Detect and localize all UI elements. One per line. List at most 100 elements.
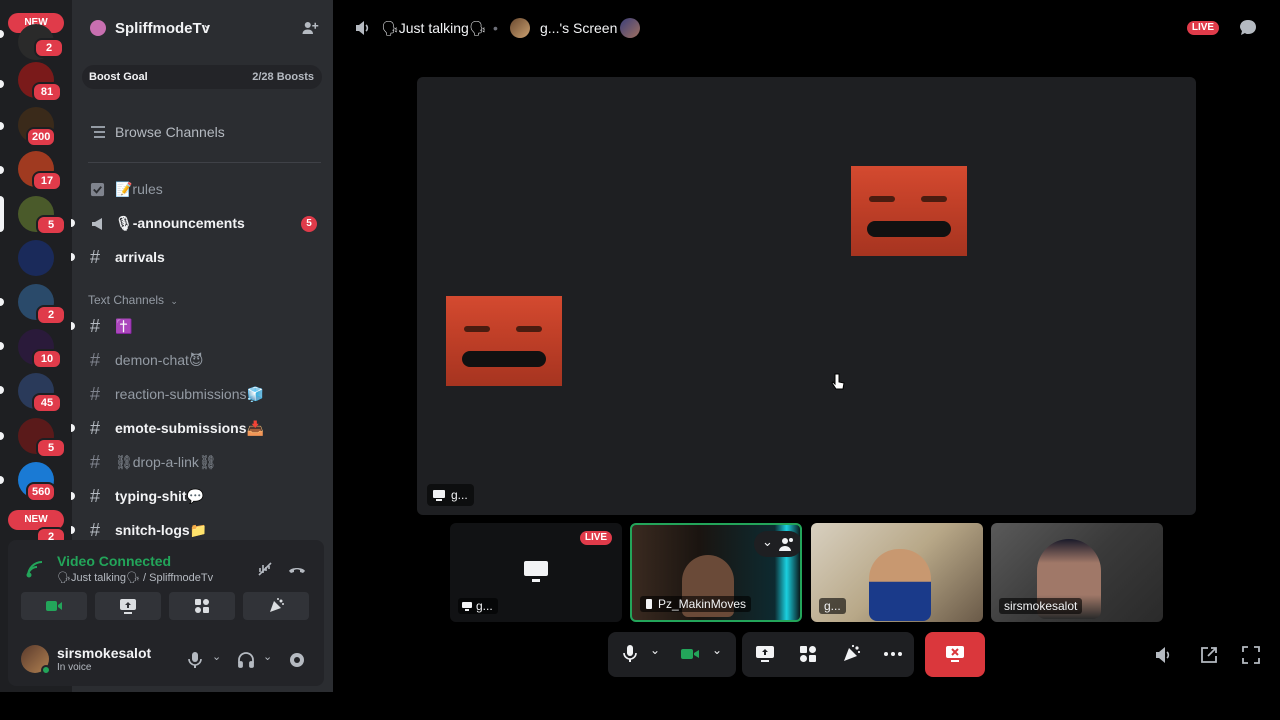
server-badge-9: 45 bbox=[32, 393, 62, 413]
share-controls bbox=[742, 632, 914, 677]
participant-tile[interactable]: g... bbox=[811, 523, 983, 622]
unread-dot bbox=[71, 253, 75, 261]
soundboard-icon[interactable] bbox=[841, 644, 861, 664]
screenshare-button[interactable] bbox=[95, 592, 161, 620]
microphone-icon[interactable] bbox=[620, 644, 640, 664]
activities-button[interactable] bbox=[169, 592, 235, 620]
server-badge-7: 2 bbox=[36, 305, 66, 325]
chevron-down-icon[interactable]: ⌄ bbox=[263, 650, 272, 663]
participant-name: Pz_MakinMoves bbox=[640, 596, 752, 612]
participant-tile[interactable]: LIVE g... bbox=[450, 523, 622, 622]
fullscreen-icon[interactable] bbox=[1241, 645, 1261, 665]
voice-channel-link[interactable]: 🗣Just talking🗣 / SpliffmodeTv bbox=[57, 571, 213, 584]
emote-image bbox=[446, 296, 562, 386]
add-member-icon[interactable] bbox=[301, 19, 319, 37]
server-icon-6[interactable] bbox=[18, 240, 54, 276]
signal-icon[interactable] bbox=[26, 560, 44, 578]
participant-name: sirsmokesalot bbox=[999, 598, 1083, 614]
avatar bbox=[620, 18, 640, 38]
screen-share-stage[interactable]: g... bbox=[417, 77, 1196, 515]
channel-label: arrivals bbox=[115, 249, 165, 265]
channel-label: reaction-submissions🧊 bbox=[115, 386, 264, 402]
voice-status-title[interactable]: Video Connected bbox=[57, 553, 171, 569]
camera-icon[interactable] bbox=[680, 644, 700, 664]
participant-label: Pz_MakinMoves bbox=[658, 597, 747, 611]
boost-goal[interactable]: Boost Goal 2/28 Boosts bbox=[82, 65, 322, 89]
emote-eye bbox=[921, 196, 947, 202]
speaker-icon bbox=[356, 21, 369, 35]
hash-icon: # bbox=[90, 486, 101, 506]
status-indicator bbox=[41, 665, 51, 675]
participant-label: sirsmokesalot bbox=[1004, 599, 1078, 613]
unread-pill bbox=[0, 476, 4, 484]
unread-pill bbox=[0, 432, 4, 440]
channel-arrivals[interactable]: # arrivals bbox=[71, 245, 333, 271]
server-badge-4: 17 bbox=[32, 171, 62, 191]
server-badge-3: 200 bbox=[26, 127, 57, 147]
chat-icon[interactable] bbox=[1238, 18, 1258, 38]
users-icon bbox=[779, 538, 793, 551]
popout-icon[interactable] bbox=[1199, 645, 1219, 665]
avatar bbox=[510, 18, 530, 38]
noise-suppression-icon[interactable] bbox=[256, 560, 274, 578]
browse-channels[interactable]: Browse Channels bbox=[90, 122, 320, 142]
mouse-cursor-icon bbox=[831, 373, 845, 390]
channel-cross[interactable]: # ✝️ bbox=[71, 314, 333, 340]
camera-button[interactable] bbox=[21, 592, 87, 620]
stage-tag-label: g... bbox=[451, 488, 468, 502]
server-badge-2: 81 bbox=[32, 82, 62, 102]
guild-name: SpliffmodeTv bbox=[115, 20, 211, 37]
emote-eye bbox=[464, 326, 490, 332]
channel-typing[interactable]: # typing-shit💬 bbox=[71, 484, 333, 510]
screen-icon bbox=[524, 561, 548, 582]
emote-image bbox=[851, 166, 967, 256]
participant-tile[interactable]: Pz_MakinMoves ⌄ bbox=[630, 523, 802, 622]
volume-icon[interactable] bbox=[1153, 645, 1173, 665]
tile-menu[interactable]: ⌄ bbox=[754, 531, 800, 557]
activities-icon[interactable] bbox=[798, 644, 818, 664]
channel-rules[interactable]: 📝rules bbox=[72, 177, 333, 203]
chevron-down-icon: ⌄ bbox=[762, 534, 773, 549]
screenshare-icon[interactable] bbox=[755, 644, 775, 664]
guild-header[interactable]: SpliffmodeTv ⌄ bbox=[72, 0, 333, 56]
channel-emote-submissions[interactable]: # emote-submissions📥 bbox=[71, 416, 333, 442]
rules-icon bbox=[90, 182, 105, 197]
screenshare-icon bbox=[120, 599, 136, 614]
disconnect-icon[interactable] bbox=[287, 560, 307, 578]
chevron-down-icon[interactable]: ⌄ bbox=[650, 643, 660, 657]
gear-icon[interactable] bbox=[288, 651, 306, 669]
chevron-down-icon: ⌄ bbox=[170, 296, 178, 306]
channel-announcements[interactable]: 🎙-announcements 5 bbox=[71, 211, 333, 237]
participant-name: g... bbox=[458, 598, 498, 614]
channel-drop-a-link[interactable]: # ⛓drop-a-link⛓ bbox=[72, 450, 333, 476]
chevron-down-icon[interactable]: ⌄ bbox=[212, 650, 221, 663]
unread-pill bbox=[0, 166, 4, 174]
participant-tile[interactable]: sirsmokesalot bbox=[991, 523, 1163, 622]
emote-eye bbox=[869, 196, 895, 202]
end-call-button[interactable] bbox=[925, 632, 985, 677]
username[interactable]: sirsmokesalot bbox=[57, 645, 151, 661]
category-text-channels[interactable]: Text Channels ⌄ bbox=[88, 293, 178, 307]
hash-icon: # bbox=[90, 350, 101, 370]
user-status-text: In voice bbox=[57, 662, 92, 673]
live-badge: LIVE bbox=[580, 531, 612, 545]
channel-demon-chat[interactable]: # demon-chat😈 bbox=[72, 348, 333, 374]
chevron-down-icon[interactable]: ⌄ bbox=[712, 643, 722, 657]
call-channel-name: 🗣Just talking🗣 bbox=[381, 20, 487, 36]
headphones-icon[interactable] bbox=[237, 651, 255, 669]
microphone-icon[interactable] bbox=[186, 651, 204, 669]
channel-reaction-submissions[interactable]: # reaction-submissions🧊 bbox=[72, 382, 333, 408]
guild-icon bbox=[90, 20, 106, 36]
soundboard-button[interactable] bbox=[243, 592, 309, 620]
hash-icon: # bbox=[90, 520, 101, 540]
activities-icon bbox=[195, 599, 209, 613]
soundboard-icon bbox=[270, 598, 284, 612]
live-badge: LIVE bbox=[1187, 21, 1219, 35]
list-icon bbox=[91, 126, 105, 138]
channel-label: ✝️ bbox=[115, 318, 133, 334]
selected-pill bbox=[0, 196, 4, 232]
unread-dot bbox=[71, 424, 75, 432]
more-icon[interactable] bbox=[883, 644, 903, 664]
channel-label: 📝rules bbox=[115, 181, 163, 197]
hash-icon: # bbox=[90, 384, 101, 404]
